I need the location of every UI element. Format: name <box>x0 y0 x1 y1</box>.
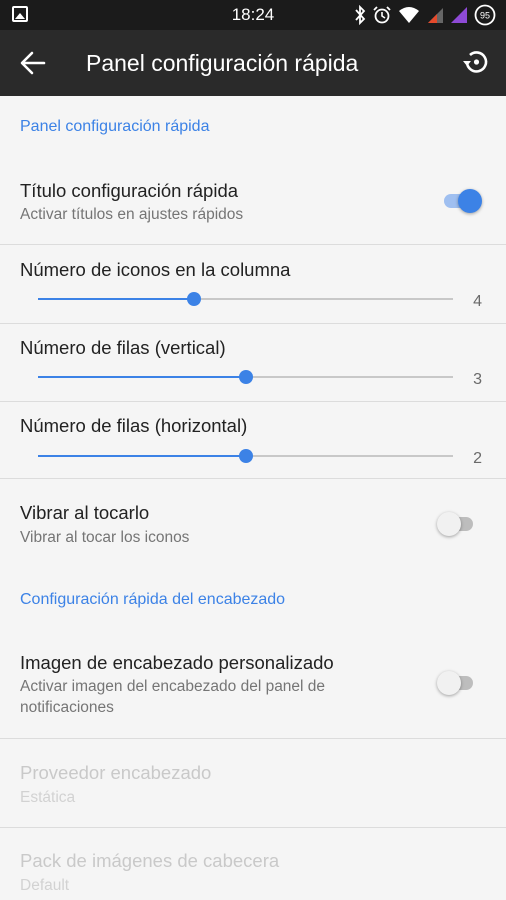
bluetooth-icon <box>355 5 366 25</box>
pref-title: Número de filas (vertical) <box>20 337 226 358</box>
pref-summary: Default <box>20 877 70 894</box>
status-bar: 18:24 95 <box>0 0 506 30</box>
toggle-thumb <box>437 512 461 536</box>
pref-summary: Vibrar al tocar los iconos <box>20 529 190 546</box>
icons-column-slider[interactable] <box>38 291 453 307</box>
page-title: Panel configuración rápida <box>86 50 359 76</box>
alarm-icon <box>373 6 391 24</box>
pref-header-provider[interactable]: Proveedor encabezado Estática <box>0 739 506 827</box>
pref-title: Número de iconos en la columna <box>20 259 291 280</box>
pref-header-pack[interactable]: Pack de imágenes de cabecera Default <box>0 828 506 900</box>
pref-vibrate[interactable]: Vibrar al tocarlo Vibrar al tocar los ic… <box>0 479 506 565</box>
slider-thumb[interactable] <box>186 292 201 306</box>
pref-quick-titles[interactable]: Título configuración rápida Activar títu… <box>0 170 506 244</box>
toggle-thumb <box>458 189 482 213</box>
vibrate-toggle[interactable] <box>437 512 473 536</box>
slider-fill <box>38 298 194 300</box>
back-arrow-icon[interactable] <box>18 49 48 77</box>
slider-fill <box>38 376 246 378</box>
app-bar: Panel configuración rápida <box>0 30 506 96</box>
rows-horizontal-slider[interactable] <box>38 448 453 464</box>
pref-rows-vertical: Número de filas (vertical) 3 <box>0 324 506 401</box>
pref-title: Imagen de encabezado personalizado <box>20 652 334 673</box>
pref-icons-column: Número de iconos en la columna 4 <box>0 245 506 323</box>
battery-level: 95 <box>480 11 490 21</box>
section-header-header-config: Configuración rápida del encabezado <box>20 591 286 608</box>
slider-fill <box>38 455 246 457</box>
section-header-quick-panel: Panel configuración rápida <box>20 118 210 135</box>
pref-summary: Activar títulos en ajustes rápidos <box>20 206 244 223</box>
toggle-thumb <box>437 671 461 695</box>
pref-title: Título configuración rápida <box>20 180 239 201</box>
pref-title: Vibrar al tocarlo <box>20 502 150 523</box>
pref-summary: Activar imagen del encabezado del panel … <box>20 678 326 716</box>
slider-value: 4 <box>473 293 482 310</box>
pref-title: Pack de imágenes de cabecera <box>20 850 280 871</box>
quick-titles-toggle[interactable] <box>444 189 482 213</box>
pref-summary: Estática <box>20 789 76 806</box>
slider-value: 2 <box>473 450 482 467</box>
pref-title: Proveedor encabezado <box>20 762 212 783</box>
pref-title: Número de filas (horizontal) <box>20 415 248 436</box>
mobile-signal-icon <box>428 8 443 23</box>
slider-thumb[interactable] <box>238 370 253 384</box>
pref-custom-header[interactable]: Imagen de encabezado personalizado Activ… <box>0 640 506 738</box>
slider-value: 3 <box>473 371 482 388</box>
signal-icon <box>451 7 467 23</box>
battery-icon: 95 <box>474 4 496 26</box>
pref-rows-horizontal: Número de filas (horizontal) 2 <box>0 402 506 478</box>
status-icons: 95 <box>354 4 496 26</box>
restore-icon[interactable] <box>460 46 492 78</box>
rows-vertical-slider[interactable] <box>38 369 453 385</box>
slider-thumb[interactable] <box>238 449 253 463</box>
wifi-icon <box>399 7 419 23</box>
custom-header-toggle[interactable] <box>437 671 473 695</box>
